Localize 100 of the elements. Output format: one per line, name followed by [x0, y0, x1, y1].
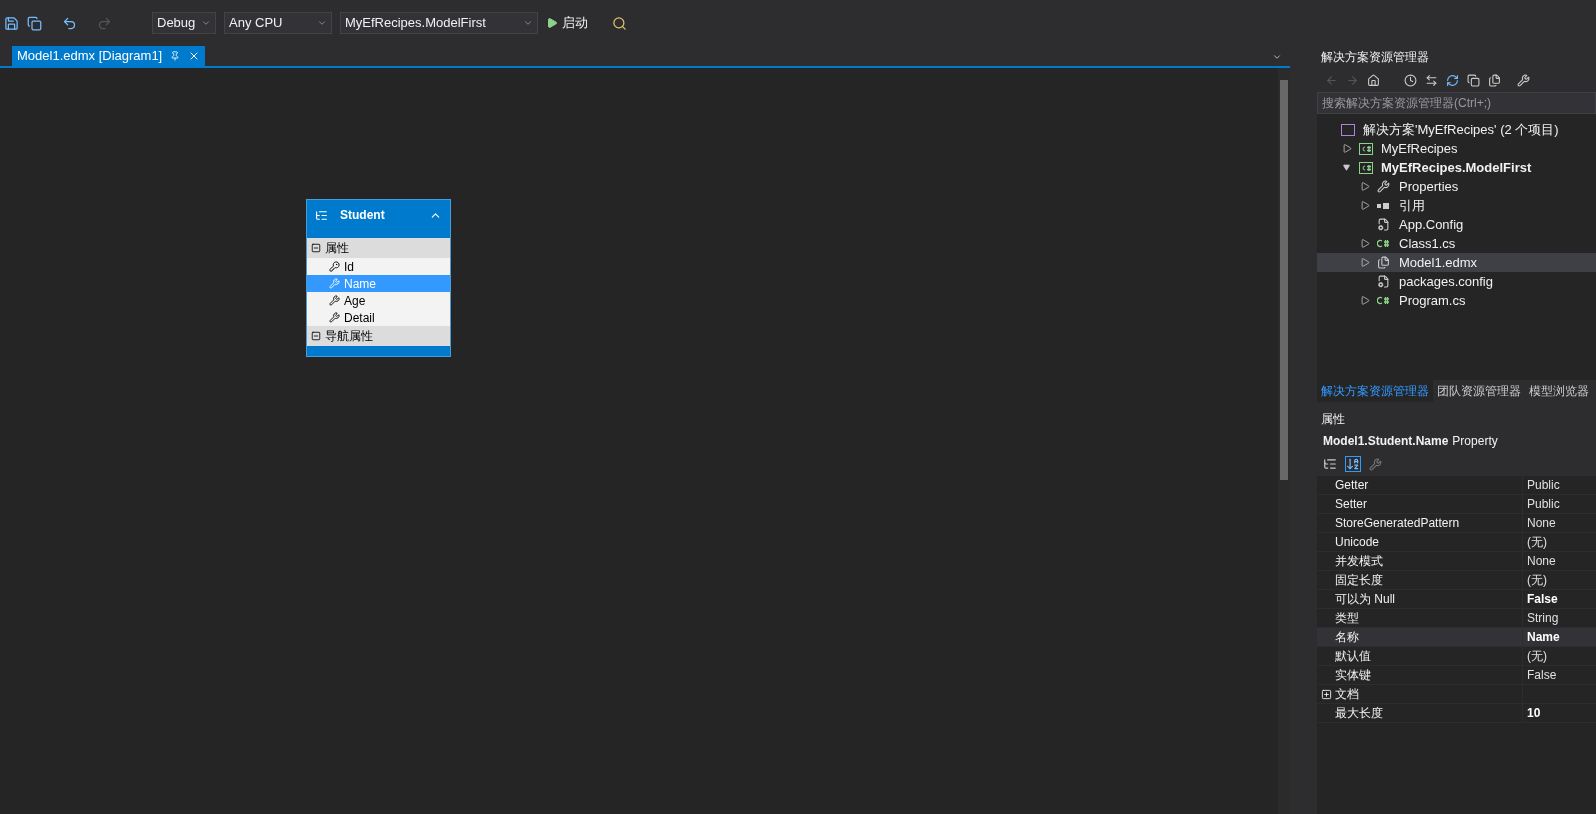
property-label: StoreGeneratedPattern — [1335, 514, 1523, 532]
undo-icon[interactable] — [62, 15, 77, 31]
panel-tab[interactable]: 团队资源管理器 — [1433, 380, 1525, 402]
panel-tab[interactable]: 模型浏览器 — [1525, 380, 1593, 402]
property-row[interactable]: 并发模式 None — [1317, 552, 1596, 571]
save-all-icon[interactable] — [27, 15, 42, 31]
property-name: Detail — [344, 309, 375, 327]
property-row[interactable]: StoreGeneratedPattern None — [1317, 514, 1596, 533]
property-label: 并发模式 — [1335, 552, 1523, 570]
property-name: Id — [344, 258, 354, 276]
tree-item[interactable]: packages.config — [1317, 272, 1596, 291]
property-row[interactable]: Unicode (无) — [1317, 533, 1596, 552]
property-label: 名称 — [1335, 628, 1523, 646]
play-icon — [546, 17, 558, 29]
section-header[interactable]: 属性 — [307, 238, 450, 258]
tree-item[interactable]: 解决方案'MyEfRecipes' (2 个项目) — [1317, 120, 1596, 139]
property-row[interactable]: Getter Public — [1317, 476, 1596, 495]
pin-icon[interactable] — [170, 51, 181, 61]
tree-item[interactable]: App.Config — [1317, 215, 1596, 234]
collapsed-arrow-icon[interactable] — [1343, 144, 1352, 153]
solution-icon — [1341, 123, 1355, 136]
history-icon[interactable] — [1404, 73, 1417, 87]
property-label: 可以为 Null — [1335, 590, 1523, 608]
property-row[interactable]: 类型 String — [1317, 609, 1596, 628]
startup-project-dropdown[interactable]: MyEfRecipes.ModelFirst — [340, 12, 538, 34]
property-label: 固定长度 — [1335, 571, 1523, 589]
panel-tab[interactable]: 解决方案资源管理器 — [1317, 380, 1433, 402]
property-pages-icon[interactable] — [1369, 457, 1382, 471]
tree-item-label: packages.config — [1399, 272, 1493, 291]
platform-dropdown[interactable]: Any CPU — [224, 12, 332, 34]
expanded-arrow-icon[interactable] — [1343, 164, 1350, 171]
tree-item-label: 解决方案'MyEfRecipes' (2 个项目) — [1363, 120, 1559, 139]
property-value: None — [1526, 553, 1556, 570]
tree-item[interactable]: MyEfRecipes.ModelFirst — [1317, 158, 1596, 177]
sync-icon[interactable] — [1425, 73, 1438, 87]
object-type: Property — [1452, 433, 1498, 450]
tree-item[interactable]: MyEfRecipes — [1317, 139, 1596, 158]
find-icon[interactable] — [612, 15, 627, 31]
entity-property[interactable]: Id — [307, 258, 450, 275]
configuration-dropdown[interactable]: Debug — [152, 12, 216, 34]
tab-list-caret-icon[interactable] — [1272, 52, 1282, 62]
property-row[interactable]: 文档 — [1317, 685, 1596, 704]
property-label: 最大长度 — [1335, 704, 1523, 722]
section-header[interactable]: 导航属性 — [307, 326, 450, 346]
entity-title: Student — [340, 207, 385, 224]
tree-item-label: MyEfRecipes.ModelFirst — [1381, 158, 1532, 177]
entity-card[interactable]: Student 属性 Id Name Age Detail 导航属性 — [306, 199, 451, 357]
csharp-project-icon — [1359, 142, 1373, 155]
search-field[interactable]: 搜索解决方案资源管理器(Ctrl+;) — [1317, 92, 1596, 114]
property-value: (无) — [1526, 534, 1547, 551]
property-value: (无) — [1526, 572, 1547, 589]
collapsed-arrow-icon[interactable] — [1361, 201, 1370, 210]
entity-property[interactable]: Age — [307, 292, 450, 309]
property-label: 类型 — [1335, 609, 1523, 627]
expand-box-icon[interactable] — [1320, 688, 1332, 700]
tree-item[interactable]: Class1.cs — [1317, 234, 1596, 253]
collapsed-arrow-icon[interactable] — [1361, 239, 1370, 248]
tree-item-label: Program.cs — [1399, 291, 1466, 310]
home-icon[interactable] — [1367, 73, 1380, 87]
property-row[interactable]: 默认值 (无) — [1317, 647, 1596, 666]
vertical-scrollbar[interactable] — [1278, 68, 1290, 814]
dropdown-caret-icon — [523, 18, 533, 28]
tree-item-label: Properties — [1399, 177, 1459, 196]
csharp-file-icon — [1377, 239, 1390, 248]
collapsed-arrow-icon[interactable] — [1361, 182, 1370, 191]
show-all-files-icon[interactable] — [1488, 73, 1501, 87]
alphabetical-icon[interactable] — [1345, 456, 1361, 472]
dropdown-caret-icon — [317, 18, 327, 28]
tree-item-label: App.Config — [1399, 215, 1464, 234]
property-value: None — [1526, 515, 1556, 532]
property-row[interactable]: Setter Public — [1317, 495, 1596, 514]
tree-item[interactable]: Properties — [1317, 177, 1596, 196]
properties-icon[interactable] — [1517, 73, 1530, 87]
tree-item[interactable]: Model1.edmx — [1317, 253, 1596, 272]
tree-item[interactable]: 引用 — [1317, 196, 1596, 215]
property-row[interactable]: 实体键 False — [1317, 666, 1596, 685]
property-name: Age — [344, 292, 366, 310]
property-label: Setter — [1335, 495, 1523, 513]
refresh-icon[interactable] — [1446, 73, 1459, 87]
property-row[interactable]: 名称 Name — [1317, 628, 1596, 647]
property-value: Public — [1526, 477, 1560, 494]
start-button[interactable]: 启动 — [546, 13, 588, 33]
panel-title: 解决方案资源管理器 — [1317, 46, 1596, 68]
property-row[interactable]: 最大长度 10 — [1317, 704, 1596, 723]
property-value: Name — [1526, 629, 1560, 646]
save-icon[interactable] — [4, 15, 19, 31]
tree-item[interactable]: Program.cs — [1317, 291, 1596, 310]
collapse-box-icon[interactable] — [311, 243, 321, 253]
property-name: Name — [344, 275, 376, 293]
categorized-icon[interactable] — [1323, 457, 1337, 471]
property-value: String — [1526, 610, 1559, 627]
collapsed-arrow-icon[interactable] — [1361, 258, 1370, 267]
property-row[interactable]: 固定长度 (无) — [1317, 571, 1596, 590]
property-row[interactable]: 可以为 Null False — [1317, 590, 1596, 609]
document-tab[interactable]: Model1.edmx [Diagram1] — [12, 46, 206, 66]
entity-property[interactable]: Detail — [307, 309, 450, 326]
csharp-project-icon — [1359, 161, 1373, 174]
collapse-box-icon[interactable] — [311, 331, 321, 341]
collapse-all-icon[interactable] — [1467, 73, 1480, 87]
collapsed-arrow-icon[interactable] — [1361, 296, 1370, 305]
